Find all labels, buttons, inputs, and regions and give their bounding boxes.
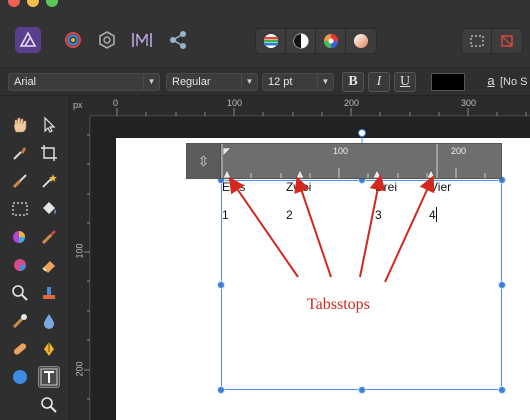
app-window: Arial ▼ Regular ▼ 12 pt ▼ B I U a [No S (0, 0, 530, 420)
arrow-tabstop-3 (359, 174, 386, 278)
arrow-tabstop-2 (294, 176, 332, 278)
annotation-arrows (228, 174, 435, 283)
annotation-label: Tabsstops (307, 296, 370, 313)
arrow-tabstop-4 (384, 175, 435, 283)
arrow-tabstop-1 (228, 176, 299, 278)
